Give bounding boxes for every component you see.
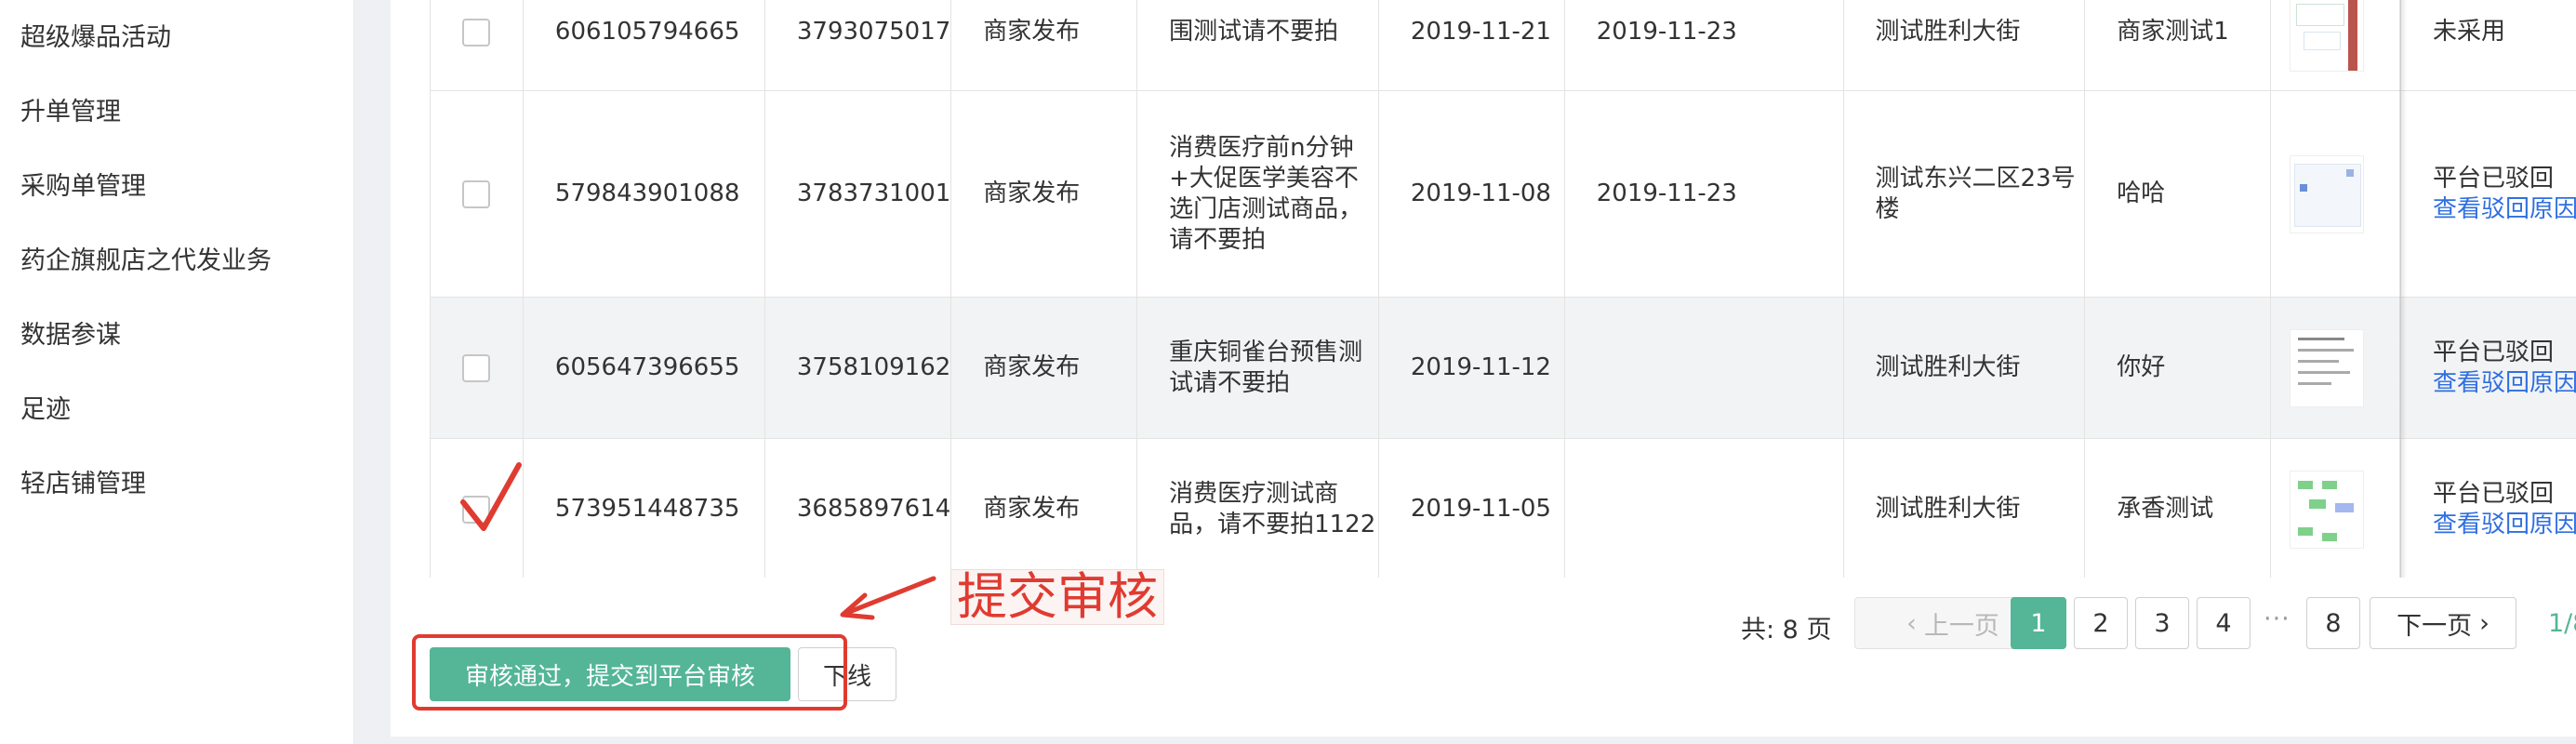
- annotation-arrow-icon: [840, 576, 936, 620]
- checkmark-annotation-icon: [460, 462, 522, 531]
- annotation-overlay: [460, 462, 936, 620]
